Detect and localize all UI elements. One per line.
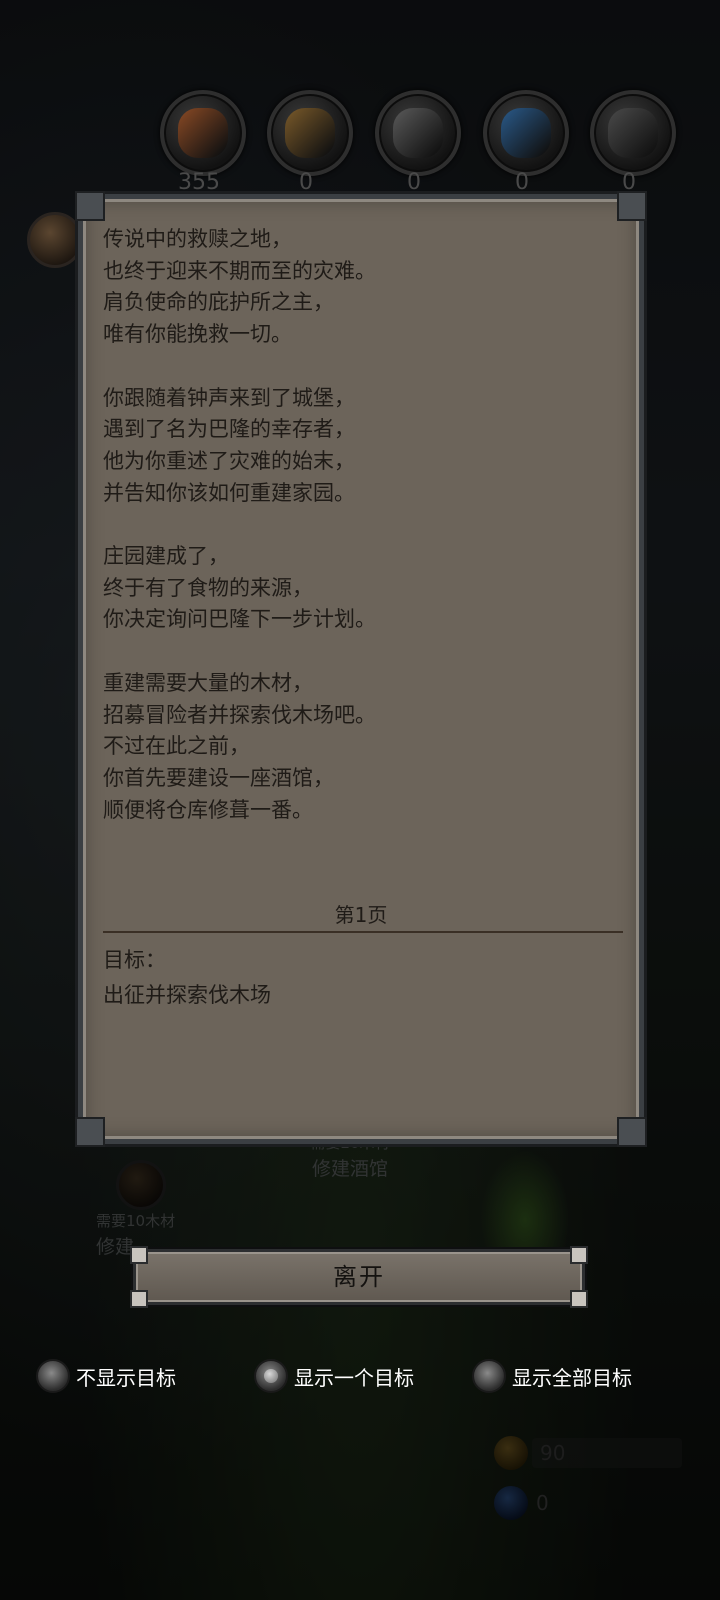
story-line: 你跟随着钟声来到了城堡， [103, 385, 355, 410]
panel-corner [75, 1117, 105, 1147]
story-line: 传说中的救赎之地， [103, 227, 292, 251]
story-line: 他为你重述了灾难的始末， [103, 448, 355, 473]
goal-text: 出征并探索伐木场 [103, 983, 271, 1007]
resource-slot [160, 90, 246, 176]
page-number: 第1页 [334, 903, 388, 927]
option-hide-goals[interactable]: 不显示目标 [36, 1358, 176, 1394]
divider [103, 931, 623, 933]
button-corner [570, 1290, 588, 1308]
option-label: 显示一个目标 [294, 1365, 414, 1390]
story-line: 肩负使命的庇护所之主， [103, 290, 334, 315]
option-label: 不显示目标 [76, 1365, 176, 1390]
radio-button[interactable] [472, 1359, 506, 1393]
story-line: 并告知你该如何重建家园。 [103, 480, 355, 505]
panel-corner [617, 1117, 647, 1147]
resource-slot [590, 90, 676, 176]
resource-slot [483, 90, 569, 176]
panel-corner [75, 191, 105, 221]
stone-bars-icon [393, 108, 443, 158]
iron-ingot-icon [608, 108, 658, 158]
meat-icon [178, 108, 228, 158]
crystal-icon [501, 108, 551, 158]
story-line: 重建需要大量的木材， [103, 670, 313, 695]
story-dialog: 传说中的救赎之地， 也终于迎来不期而至的灾难。 肩负使命的庇护所之主， 唯有你能挽救一… [75, 191, 647, 1147]
story-line: 你首先要建设一座酒馆， [103, 765, 334, 790]
story-text: 传说中的救赎之地， 也终于迎来不期而至的灾难。 肩负使命的庇护所之主， 唯有你能挽救一… [103, 224, 623, 858]
story-line: 不过在此之前， [103, 734, 250, 759]
story-line: 也终于迎来不期而至的灾难。 [103, 258, 376, 283]
resource-count: 0 [299, 170, 313, 195]
story-line: 唯有你能挽救一切。 [103, 322, 292, 347]
story-line: 招募冒险者并探索伐木场吧。 [103, 702, 376, 727]
resource-slot [375, 90, 461, 176]
radio-button[interactable] [36, 1359, 70, 1393]
story-paragraph: 庄园建成了， 终于有了食物的来源， 你决定询问巴隆下一步计划。 [103, 541, 623, 636]
button-corner [570, 1246, 588, 1264]
story-line: 顺便将仓库修葺一番。 [103, 797, 313, 822]
resource-count: 0 [407, 170, 421, 195]
resource-count: 0 [515, 170, 529, 195]
resource-count: 355 [178, 170, 220, 195]
leave-button-label: 离开 [333, 1263, 385, 1291]
option-show-one-goal[interactable]: 显示一个目标 [254, 1358, 414, 1394]
wood-planks-icon [285, 108, 335, 158]
radio-button-selected[interactable] [254, 1359, 288, 1393]
panel-corner [617, 191, 647, 221]
story-paragraph: 你跟随着钟声来到了城堡， 遇到了名为巴隆的幸存者， 他为你重述了灾难的始末， 并告知你… [103, 383, 623, 510]
story-line: 你决定询问巴隆下一步计划。 [103, 607, 376, 632]
option-label: 显示全部目标 [512, 1365, 632, 1390]
story-paragraph: 传说中的救赎之地， 也终于迎来不期而至的灾难。 肩负使命的庇护所之主， 唯有你能挽救一… [103, 224, 623, 351]
story-line: 庄园建成了， [103, 544, 229, 568]
option-show-all-goals[interactable]: 显示全部目标 [472, 1358, 632, 1394]
story-paragraph: 重建需要大量的木材， 招募冒险者并探索伐木场吧。 不过在此之前， 你首先要建设一座酒馆… [103, 668, 623, 827]
button-corner [130, 1290, 148, 1308]
goal-label: 目标： [103, 948, 166, 972]
story-line: 终于有了食物的来源， [103, 575, 313, 600]
story-line: 遇到了名为巴隆的幸存者， [103, 417, 355, 442]
resource-slot [267, 90, 353, 176]
button-corner [130, 1246, 148, 1264]
leave-button[interactable]: 离开 [130, 1246, 588, 1308]
